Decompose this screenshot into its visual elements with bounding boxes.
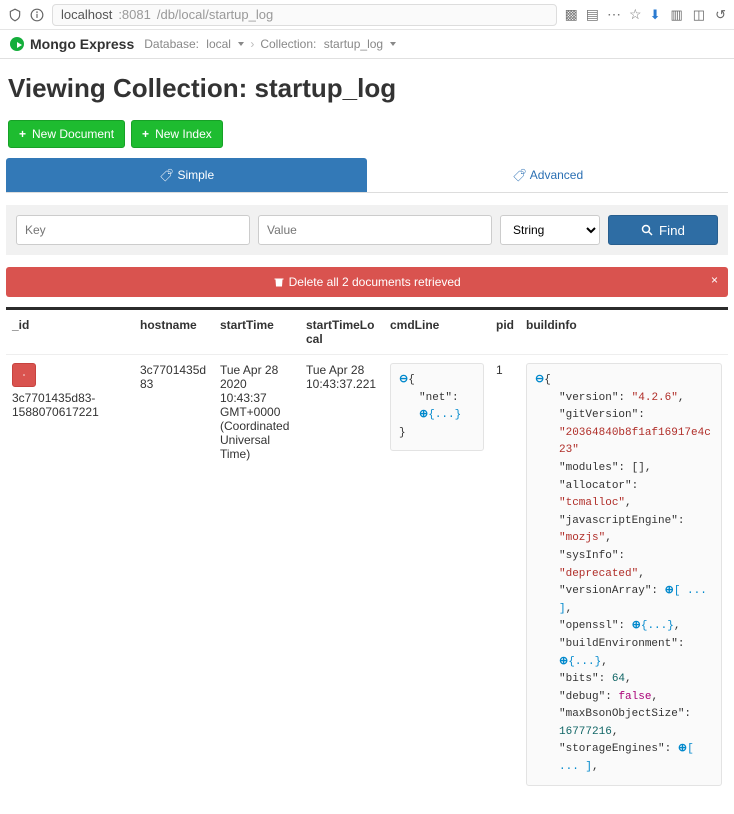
delete-row-button[interactable]	[12, 363, 36, 387]
url-host: localhost	[61, 7, 112, 22]
expand-icon[interactable]: ⊕	[678, 743, 687, 755]
download-icon[interactable]: ⬇	[650, 7, 661, 23]
browser-urlbar: localhost:8081/db/local/startup_log ▩ ▤ …	[0, 0, 734, 30]
col-pid: pid	[490, 310, 520, 354]
trash-icon	[273, 276, 285, 288]
page-title: Viewing Collection: startup_log	[0, 59, 734, 120]
app-name: Mongo Express	[30, 36, 134, 52]
col-startTime: startTime	[214, 310, 300, 354]
expand-icon[interactable]: ⊕	[632, 620, 641, 632]
filter-key-input[interactable]	[16, 215, 250, 245]
chevron-right-icon: ›	[248, 37, 256, 51]
bookmark-icon[interactable]: ☆	[629, 6, 642, 23]
col-id: _id	[6, 310, 134, 354]
breadcrumb-collection[interactable]: Collection: startup_log	[260, 37, 396, 51]
expand-icon[interactable]: ⊕	[419, 409, 428, 421]
close-icon[interactable]: ×	[711, 273, 718, 287]
tab-simple[interactable]: 🏷 Simple	[6, 158, 367, 192]
find-button[interactable]: Find	[608, 215, 718, 245]
new-document-button[interactable]: New Document	[8, 120, 125, 148]
table-header: _id hostname startTime startTimeLocal cm…	[6, 310, 728, 355]
filter-bar: String Find	[6, 205, 728, 255]
chevron-down-icon	[390, 42, 396, 46]
new-index-button[interactable]: New Index	[131, 120, 223, 148]
plus-icon	[142, 127, 149, 141]
sync-icon[interactable]: ↺	[715, 7, 726, 23]
cell-cmdLine-json[interactable]: ⊖{ "net": ⊕{...} }	[390, 363, 484, 451]
delete-all-bar[interactable]: Delete all 2 documents retrieved ×	[6, 267, 728, 297]
plus-icon	[19, 127, 26, 141]
reader-icon[interactable]: ▤	[586, 6, 599, 23]
app-logo[interactable]: Mongo Express	[10, 36, 134, 52]
app-header: Mongo Express Database: local › Collecti…	[0, 30, 734, 59]
expand-icon[interactable]: ⊕	[665, 585, 674, 597]
col-hostname: hostname	[134, 310, 214, 354]
address-input[interactable]: localhost:8081/db/local/startup_log	[52, 4, 557, 26]
cell-buildinfo-json[interactable]: ⊖{ "version": 4.2.6, "gitVersion": 20364…	[526, 363, 722, 786]
col-cmdLine: cmdLine	[384, 310, 490, 354]
chevron-down-icon	[238, 42, 244, 46]
tags-icon: 🏷	[512, 167, 526, 182]
expand-icon[interactable]: ⊕	[559, 656, 568, 668]
cell-startTimeLocal: Tue Apr 28 10:43:37.221	[300, 355, 384, 794]
filter-type-select[interactable]: String	[500, 215, 600, 245]
search-icon	[641, 224, 653, 236]
info-icon[interactable]	[30, 8, 44, 22]
cell-id: 3c7701435d83-1588070617221	[12, 391, 128, 419]
library-icon[interactable]: ▥	[671, 7, 683, 23]
cell-pid: 1	[490, 355, 520, 794]
documents-table: _id hostname startTime startTimeLocal cm…	[6, 307, 728, 794]
filter-value-input[interactable]	[258, 215, 492, 245]
cell-hostname: 3c7701435d83	[134, 355, 214, 794]
table-row[interactable]: 3c7701435d83-1588070617221 3c7701435d83 …	[6, 355, 728, 794]
tab-advanced[interactable]: 🏷 Advanced	[367, 158, 728, 192]
qr-icon[interactable]: ▩	[565, 6, 578, 23]
breadcrumb-db[interactable]: Database: local	[144, 37, 244, 51]
breadcrumb: Database: local › Collection: startup_lo…	[144, 37, 396, 51]
col-startTimeLocal: startTimeLocal	[300, 310, 384, 354]
sidebar-icon[interactable]: ◫	[693, 7, 705, 23]
col-buildinfo: buildinfo	[520, 310, 728, 354]
collapse-icon[interactable]: ⊖	[399, 374, 408, 386]
shield-icon	[8, 8, 22, 22]
filter-tabs: 🏷 Simple 🏷 Advanced	[6, 158, 728, 193]
trash-icon	[23, 369, 25, 381]
cell-startTime: Tue Apr 28 2020 10:43:37 GMT+0000 (Coord…	[214, 355, 300, 794]
more-icon[interactable]: ⋯	[607, 6, 621, 23]
collapse-icon[interactable]: ⊖	[535, 374, 544, 386]
tag-icon: 🏷	[159, 167, 173, 182]
mongo-icon	[10, 37, 24, 51]
